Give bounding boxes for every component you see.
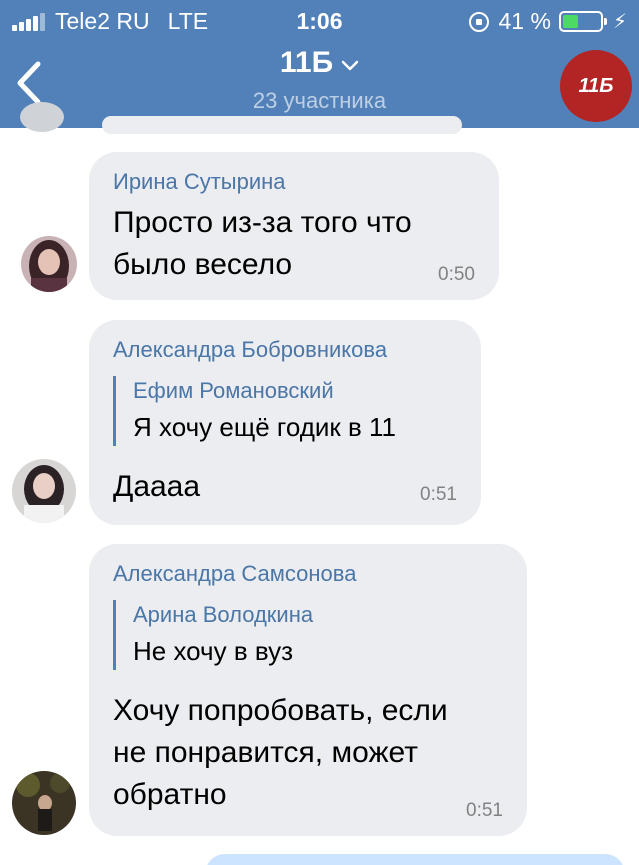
chat-title[interactable]: 11Б: [280, 46, 359, 80]
participants-count: 23 участника: [252, 88, 387, 113]
avatar-aleksandra-b[interactable]: [12, 459, 76, 523]
message-time: 0:50: [438, 264, 475, 285]
message-line: Просто из-за того что: [113, 206, 412, 239]
message-text: Просто из-за того что было весело: [113, 202, 475, 286]
message-line: не понравится, может: [113, 736, 418, 769]
status-right: 41 % ⚡: [468, 8, 627, 35]
message-line: обратно: [113, 778, 227, 811]
message-line: Даааа: [113, 470, 201, 503]
sender-name[interactable]: Александра Бобровникова: [113, 336, 457, 364]
avatar-irina[interactable]: [21, 236, 77, 292]
message-text: Даааа: [113, 466, 457, 508]
message-bubble-partial: [102, 116, 462, 134]
quote-text: Я хочу ещё годик в 11: [133, 412, 397, 442]
message-time: 0:51: [466, 800, 503, 821]
battery-fill: [562, 15, 578, 28]
message-time: 0:51: [420, 484, 457, 505]
sender-name[interactable]: Ирина Сутырина: [113, 168, 475, 196]
reply-quote[interactable]: Арина Володкина Не хочу в вуз: [113, 600, 503, 670]
battery-percent: 41 %: [498, 8, 551, 34]
quote-author: Арина Володкина: [133, 602, 314, 627]
avatar-aleksandra-s[interactable]: [12, 771, 76, 835]
rotation-lock-icon: [468, 11, 489, 32]
message-bubble[interactable]: Александра Самсонова Арина Володкина Не …: [89, 544, 527, 836]
message-line: Хочу попробовать, если: [113, 694, 448, 727]
message-bubble-partial: [205, 854, 625, 865]
message-line: было весело: [113, 248, 293, 281]
message-bubble[interactable]: Александра Бобровникова Ефим Романовский…: [89, 320, 481, 525]
chat-title-block[interactable]: 11Б 23 участника: [0, 46, 639, 114]
chat-title-text: 11Б: [279, 46, 334, 79]
chat-avatar[interactable]: 11Б: [560, 50, 632, 122]
reply-quote[interactable]: Ефим Романовский Я хочу ещё годик в 11: [113, 376, 457, 446]
charging-icon: ⚡: [612, 11, 627, 33]
chevron-down-icon: [341, 46, 359, 80]
message-list[interactable]: Ирина Сутырина Просто из-за того что был…: [0, 102, 639, 865]
sender-name[interactable]: Александра Самсонова: [113, 560, 503, 588]
battery-icon: [558, 11, 607, 32]
message-text: Хочу попробовать, если не понравится, мо…: [113, 690, 503, 816]
quote-text: Не хочу в вуз: [133, 636, 294, 666]
avatar-partial: [20, 102, 64, 132]
message-bubble[interactable]: Ирина Сутырина Просто из-за того что был…: [89, 152, 499, 300]
quote-author: Ефим Романовский: [133, 378, 334, 403]
chat-header: Tele2 RU LTE 1:06 41 % ⚡ 11Б 23 участник…: [0, 0, 639, 128]
status-bar: Tele2 RU LTE 1:06 41 % ⚡: [0, 0, 639, 44]
chat-avatar-text: 11Б: [578, 74, 614, 97]
